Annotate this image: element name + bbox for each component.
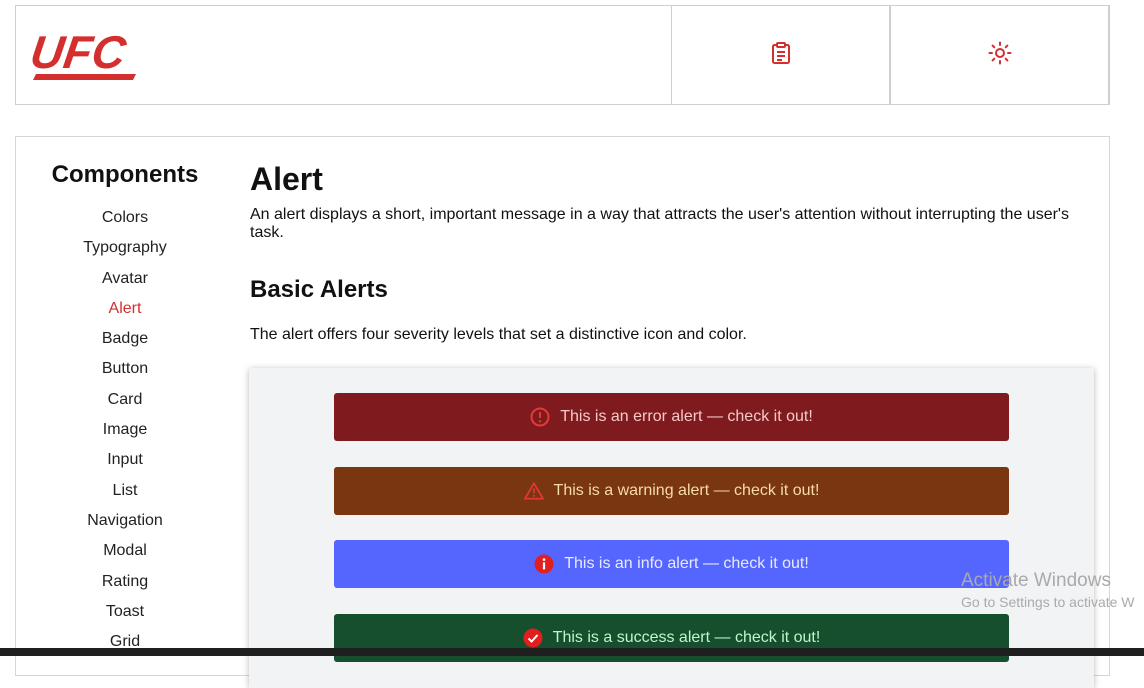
taskbar	[0, 648, 1144, 656]
ufc-logo[interactable]: UFC	[27, 26, 140, 82]
clipboard-button[interactable]	[671, 5, 890, 105]
check-circle-icon	[523, 628, 543, 648]
sidebar-item-input[interactable]: Input	[16, 448, 234, 478]
alert-demo-box: This is an error alert — check it out! T…	[249, 368, 1094, 688]
sidebar-title: Components	[51, 161, 199, 188]
success-alert-text: This is a success alert — check it out!	[552, 629, 821, 646]
error-alert: This is an error alert — check it out!	[334, 393, 1009, 441]
error-alert-text: This is an error alert — check it out!	[560, 408, 813, 425]
sidebar-item-button[interactable]: Button	[16, 357, 234, 387]
info-circle-icon	[534, 554, 554, 574]
page-title: Alert	[250, 161, 323, 197]
error-circle-icon	[530, 407, 550, 427]
windows-activation-watermark: Activate Windows Go to Settings to activ…	[961, 570, 1135, 612]
page-intro: An alert displays a short, important mes…	[250, 206, 1069, 241]
sidebar-nav: Colors Typography Avatar Alert Badge But…	[16, 206, 234, 660]
sun-icon	[988, 41, 1012, 70]
sidebar-item-navigation[interactable]: Navigation	[16, 509, 234, 539]
sidebar-item-list[interactable]: List	[16, 479, 234, 509]
theme-toggle-button[interactable]	[890, 5, 1110, 105]
sidebar-item-toast[interactable]: Toast	[16, 600, 234, 630]
sidebar-item-badge[interactable]: Badge	[16, 327, 234, 357]
sidebar-item-alert[interactable]: Alert	[16, 297, 234, 327]
sidebar-item-rating[interactable]: Rating	[16, 570, 234, 600]
sidebar-item-modal[interactable]: Modal	[16, 539, 234, 569]
sidebar-item-typography[interactable]: Typography	[16, 236, 234, 266]
clipboard-icon	[771, 41, 791, 69]
sidebar-item-colors[interactable]: Colors	[16, 206, 234, 236]
section-title: Basic Alerts	[250, 276, 388, 303]
app-header: UFC	[15, 5, 1110, 105]
sidebar-item-card[interactable]: Card	[16, 388, 234, 418]
watermark-subtitle: Go to Settings to activate W	[961, 594, 1135, 610]
sidebar-item-avatar[interactable]: Avatar	[16, 267, 234, 297]
sidebar-item-image[interactable]: Image	[16, 418, 234, 448]
warning-triangle-icon	[523, 481, 544, 501]
svg-text:UFC: UFC	[32, 30, 130, 78]
info-alert: This is an info alert — check it out!	[334, 540, 1009, 588]
info-alert-text: This is an info alert — check it out!	[564, 555, 809, 572]
watermark-title: Activate Windows	[961, 570, 1111, 591]
section-description: The alert offers four severity levels th…	[250, 326, 747, 343]
warning-alert: This is a warning alert — check it out!	[334, 467, 1009, 515]
warning-alert-text: This is a warning alert — check it out!	[553, 482, 820, 499]
main-panel: Components Colors Typography Avatar Aler…	[15, 136, 1110, 688]
